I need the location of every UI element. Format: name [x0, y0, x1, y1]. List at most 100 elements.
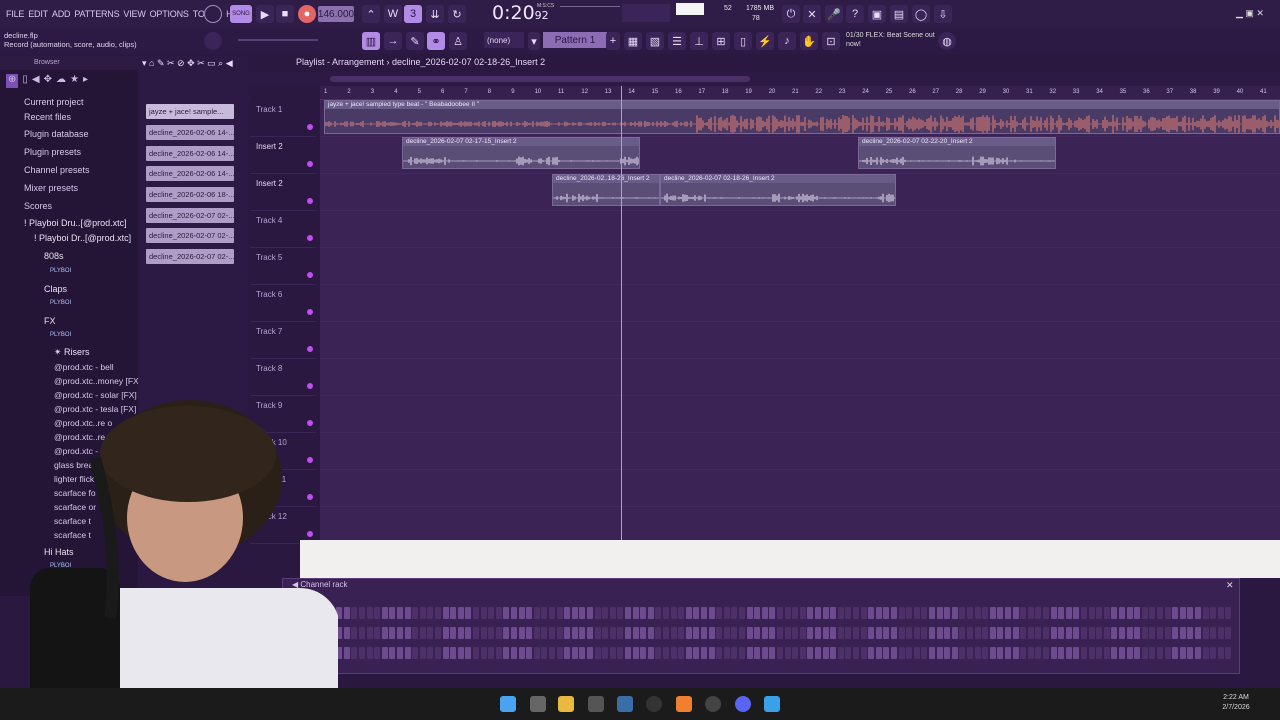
- step-button[interactable]: [571, 607, 578, 619]
- step-button[interactable]: [1179, 627, 1186, 639]
- step-button[interactable]: [1210, 627, 1217, 639]
- folder-fx[interactable]: FX: [44, 316, 56, 326]
- loop-record-icon[interactable]: ↻: [448, 5, 466, 23]
- step-button[interactable]: [617, 647, 624, 659]
- step-button[interactable]: [533, 627, 540, 639]
- step-button[interactable]: [1141, 607, 1148, 619]
- playlist-grid[interactable]: jayze + jace! sampled type beat - " Beab…: [320, 100, 1280, 540]
- step-button[interactable]: [1103, 647, 1110, 659]
- news-ticker[interactable]: 01/30 FLEX: Beat Scene out now!: [846, 31, 946, 49]
- step-button[interactable]: [640, 647, 647, 659]
- step-button[interactable]: [799, 607, 806, 619]
- step-button[interactable]: [693, 647, 700, 659]
- step-button[interactable]: [579, 647, 586, 659]
- step-button[interactable]: [883, 647, 890, 659]
- step-button[interactable]: [951, 647, 958, 659]
- step-button[interactable]: [1172, 607, 1179, 619]
- step-button[interactable]: [708, 647, 715, 659]
- step-button[interactable]: [1103, 627, 1110, 639]
- step-button[interactable]: [1141, 627, 1148, 639]
- master-pitch-slider[interactable]: [238, 39, 318, 41]
- step-button[interactable]: [480, 607, 487, 619]
- step-button[interactable]: [632, 647, 639, 659]
- pattern-select[interactable]: Pattern 1: [543, 32, 607, 48]
- step-button[interactable]: [609, 607, 616, 619]
- track-lane[interactable]: [320, 211, 1280, 248]
- step-button[interactable]: [518, 627, 525, 639]
- step-button[interactable]: [708, 627, 715, 639]
- browser-plugin-database[interactable]: Plugin database: [24, 129, 89, 139]
- step-button[interactable]: [1027, 607, 1034, 619]
- step-button[interactable]: [723, 627, 730, 639]
- step-button[interactable]: [579, 627, 586, 639]
- step-button[interactable]: [792, 607, 799, 619]
- step-button[interactable]: [929, 647, 935, 659]
- step-button[interactable]: [594, 607, 601, 619]
- step-button[interactable]: [1157, 607, 1163, 619]
- system-clock[interactable]: 2:22 AM 2/7/2026: [1216, 693, 1256, 713]
- track-lane[interactable]: [320, 433, 1280, 470]
- step-button[interactable]: [435, 607, 441, 619]
- step-button[interactable]: [549, 647, 555, 659]
- wait-input-icon[interactable]: W: [384, 5, 402, 23]
- step-button[interactable]: [845, 607, 852, 619]
- app-icon[interactable]: [588, 696, 604, 712]
- document-icon[interactable]: ▯: [734, 32, 752, 50]
- menu-add[interactable]: ADD: [50, 9, 72, 19]
- step-button[interactable]: [1202, 647, 1209, 659]
- step-button[interactable]: [1134, 607, 1141, 619]
- step-button[interactable]: [556, 627, 563, 639]
- step-button[interactable]: [351, 647, 358, 659]
- playlist-icon[interactable]: ▥: [362, 32, 380, 50]
- step-button[interactable]: [860, 647, 867, 659]
- step-button[interactable]: [1005, 627, 1011, 639]
- step-button[interactable]: [366, 627, 373, 639]
- step-button[interactable]: [936, 607, 943, 619]
- step-button[interactable]: [526, 607, 533, 619]
- sample-item[interactable]: @prod.xtc..money [FX]: [54, 376, 141, 386]
- browser-star-icon[interactable]: ★: [70, 74, 79, 88]
- step-button[interactable]: [442, 647, 449, 659]
- step-button[interactable]: [784, 607, 791, 619]
- step-button[interactable]: [761, 647, 768, 659]
- step-button[interactable]: [959, 607, 966, 619]
- step-button[interactable]: [701, 627, 707, 639]
- step-button[interactable]: [868, 627, 875, 639]
- step-button[interactable]: [412, 607, 419, 619]
- step-button[interactable]: [670, 607, 677, 619]
- step-button[interactable]: [1217, 627, 1224, 639]
- step-button[interactable]: [845, 647, 852, 659]
- browser-next-icon[interactable]: ▸: [83, 74, 88, 88]
- step-button[interactable]: [1035, 647, 1042, 659]
- track-lane[interactable]: [320, 359, 1280, 396]
- step-button[interactable]: [1073, 627, 1080, 639]
- step-button[interactable]: [511, 647, 517, 659]
- step-button[interactable]: [564, 627, 571, 639]
- step-button[interactable]: [837, 607, 844, 619]
- track-mute-icon[interactable]: [307, 198, 313, 204]
- step-button[interactable]: [655, 627, 662, 639]
- step-button[interactable]: [1164, 607, 1171, 619]
- download-icon[interactable]: ⇩: [934, 5, 952, 23]
- step-button[interactable]: [739, 607, 745, 619]
- step-button[interactable]: [1020, 607, 1027, 619]
- track-mute-icon[interactable]: [307, 346, 313, 352]
- step-button[interactable]: [556, 607, 563, 619]
- step-button[interactable]: [442, 607, 449, 619]
- step-button[interactable]: [731, 607, 738, 619]
- stamp-icon[interactable]: ♙: [449, 32, 467, 50]
- step-button[interactable]: [898, 607, 905, 619]
- step-button[interactable]: [777, 607, 783, 619]
- audio-clip[interactable]: decline_2026-02-07 02-17-15_Insert 2: [402, 137, 640, 169]
- pattern-item[interactable]: decline_2026-02-06 14-...: [146, 146, 234, 161]
- step-button[interactable]: [1217, 647, 1224, 659]
- step-button[interactable]: [1050, 607, 1057, 619]
- step-button[interactable]: [921, 627, 928, 639]
- step-button[interactable]: [913, 627, 920, 639]
- step-button[interactable]: [427, 607, 434, 619]
- step-button[interactable]: [564, 647, 571, 659]
- step-button[interactable]: [1172, 647, 1179, 659]
- help-icon[interactable]: ?: [846, 5, 864, 23]
- pattern-item[interactable]: decline_2026-02-06 14-...: [146, 125, 234, 140]
- step-button[interactable]: [1065, 607, 1072, 619]
